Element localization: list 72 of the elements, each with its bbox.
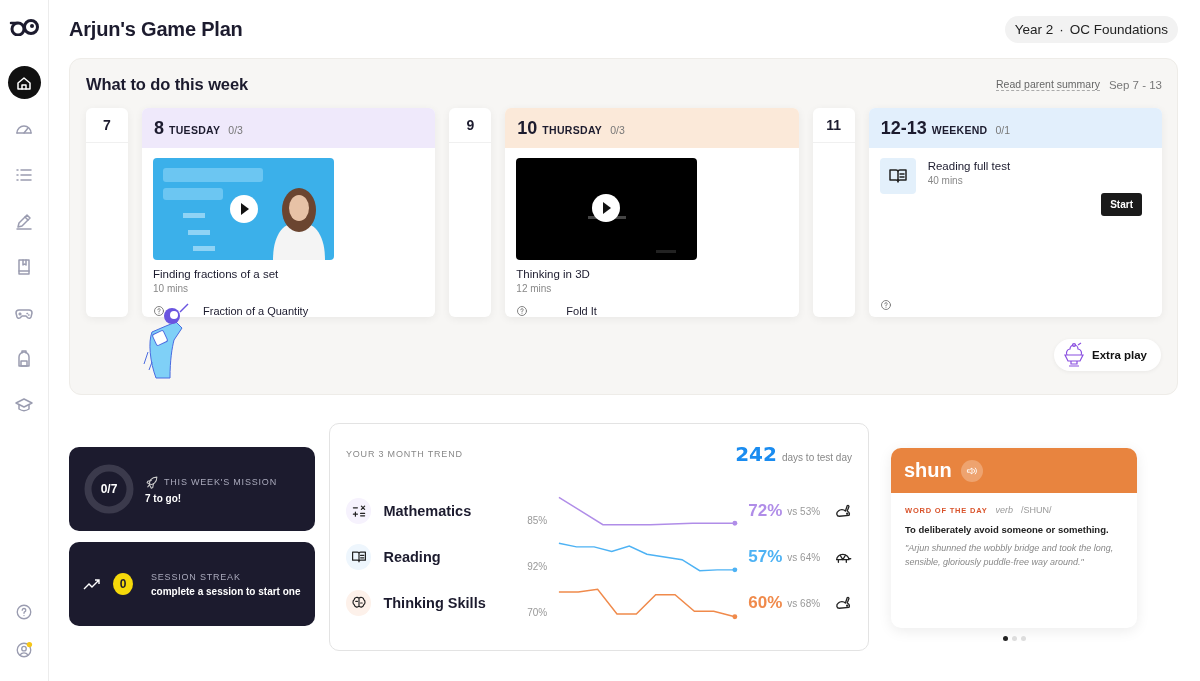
task-duration: 12 mins	[516, 283, 553, 294]
task-title: Fold It	[566, 305, 597, 317]
streak-count: 0	[113, 573, 133, 595]
streak-status: complete a session to start one	[151, 585, 301, 597]
course-pill: Year 2 · OC Foundations	[1004, 15, 1178, 43]
word: shun	[904, 459, 952, 482]
day-progress: 0/3	[610, 123, 625, 136]
task-title: Reading full test	[927, 160, 1011, 172]
day-number: 8	[154, 117, 164, 139]
task-title: Thinking in 3D	[516, 268, 591, 280]
comparison-score: vs 68%	[787, 597, 822, 609]
day-number: 9	[449, 108, 492, 143]
countdown-label: days to test day	[781, 452, 852, 463]
day-number: 10	[517, 117, 538, 139]
day-progress: 0/1	[995, 123, 1011, 136]
book-icon	[879, 158, 916, 194]
brain-icon	[346, 590, 372, 616]
pronunciation: /SHUN/	[1021, 505, 1052, 515]
task-duration: 10 mins	[153, 283, 189, 294]
carousel-dot[interactable]	[1020, 636, 1026, 641]
task-title: Fraction of a Quantity	[203, 305, 309, 317]
subject-score: 72%	[748, 501, 783, 521]
subject-score: 57%	[748, 547, 783, 567]
weekday: TUESDAY	[169, 123, 221, 136]
comparison-score: vs 53%	[787, 505, 822, 517]
trend-up-icon	[83, 577, 103, 591]
mission-label: THIS WEEK'S MISSION	[164, 476, 277, 487]
section-title: What to do this week	[86, 75, 249, 94]
help-icon[interactable]	[15, 603, 33, 621]
start-button[interactable]: Start	[1101, 193, 1142, 216]
day-progress: 0/3	[228, 123, 243, 136]
carousel-dot[interactable]	[1002, 636, 1008, 641]
definition: To deliberately avoid someone or something.	[905, 524, 1110, 535]
subject-name: Thinking Skills	[383, 595, 487, 611]
help-icon[interactable]	[879, 299, 892, 311]
carousel-dot[interactable]	[1011, 636, 1017, 641]
logo[interactable]	[9, 18, 39, 36]
day-number: 12-13	[880, 117, 927, 139]
rocket-icon	[145, 474, 159, 489]
comparison-score: vs 64%	[787, 551, 822, 563]
mission-status: 7 to go!	[145, 492, 183, 504]
weekday: THURSDAY	[542, 123, 603, 136]
subject-score: 60%	[748, 593, 783, 613]
subject-name: Mathematics	[383, 503, 473, 519]
card-title: YOUR 3 MONTH TREND	[346, 449, 463, 459]
help-icon[interactable]	[153, 305, 165, 317]
part-of-speech: verb	[995, 505, 1014, 515]
day-number: 7	[86, 108, 128, 143]
speaker-icon[interactable]	[960, 459, 983, 482]
account-icon[interactable]	[15, 641, 33, 659]
parent-summary-link[interactable]: Read parent summary	[996, 78, 1100, 91]
reference-score: 70%	[527, 606, 549, 618]
task-title: Finding fractions of a set	[153, 268, 280, 280]
help-icon[interactable]	[516, 305, 529, 317]
sundae-icon	[1062, 342, 1086, 368]
weekday: WEEKEND	[931, 123, 988, 136]
countdown-number: 242	[735, 442, 777, 466]
progress-ring	[83, 463, 135, 515]
subject-name: Reading	[383, 549, 442, 565]
day-number: 11	[812, 108, 855, 143]
reference-score: 92%	[527, 560, 549, 572]
reference-score: 85%	[527, 514, 549, 526]
mission-count: 0/7	[100, 483, 118, 495]
task-duration: 40 mins	[927, 175, 964, 186]
date-range: Sep 7 - 13	[1108, 78, 1162, 91]
book-icon	[346, 544, 372, 570]
page-title: Arjun's Game Plan	[69, 17, 243, 41]
nav-item[interactable]	[7, 66, 41, 99]
math-symbols-icon	[346, 498, 372, 524]
streak-label: SESSION STREAK	[151, 571, 242, 582]
extra-play-button[interactable]: Extra play	[1054, 339, 1161, 371]
example-sentence: "Arjun shunned the wobbly bridge and took the long, sensible, gloriously puddle-free way around."	[905, 542, 1115, 570]
